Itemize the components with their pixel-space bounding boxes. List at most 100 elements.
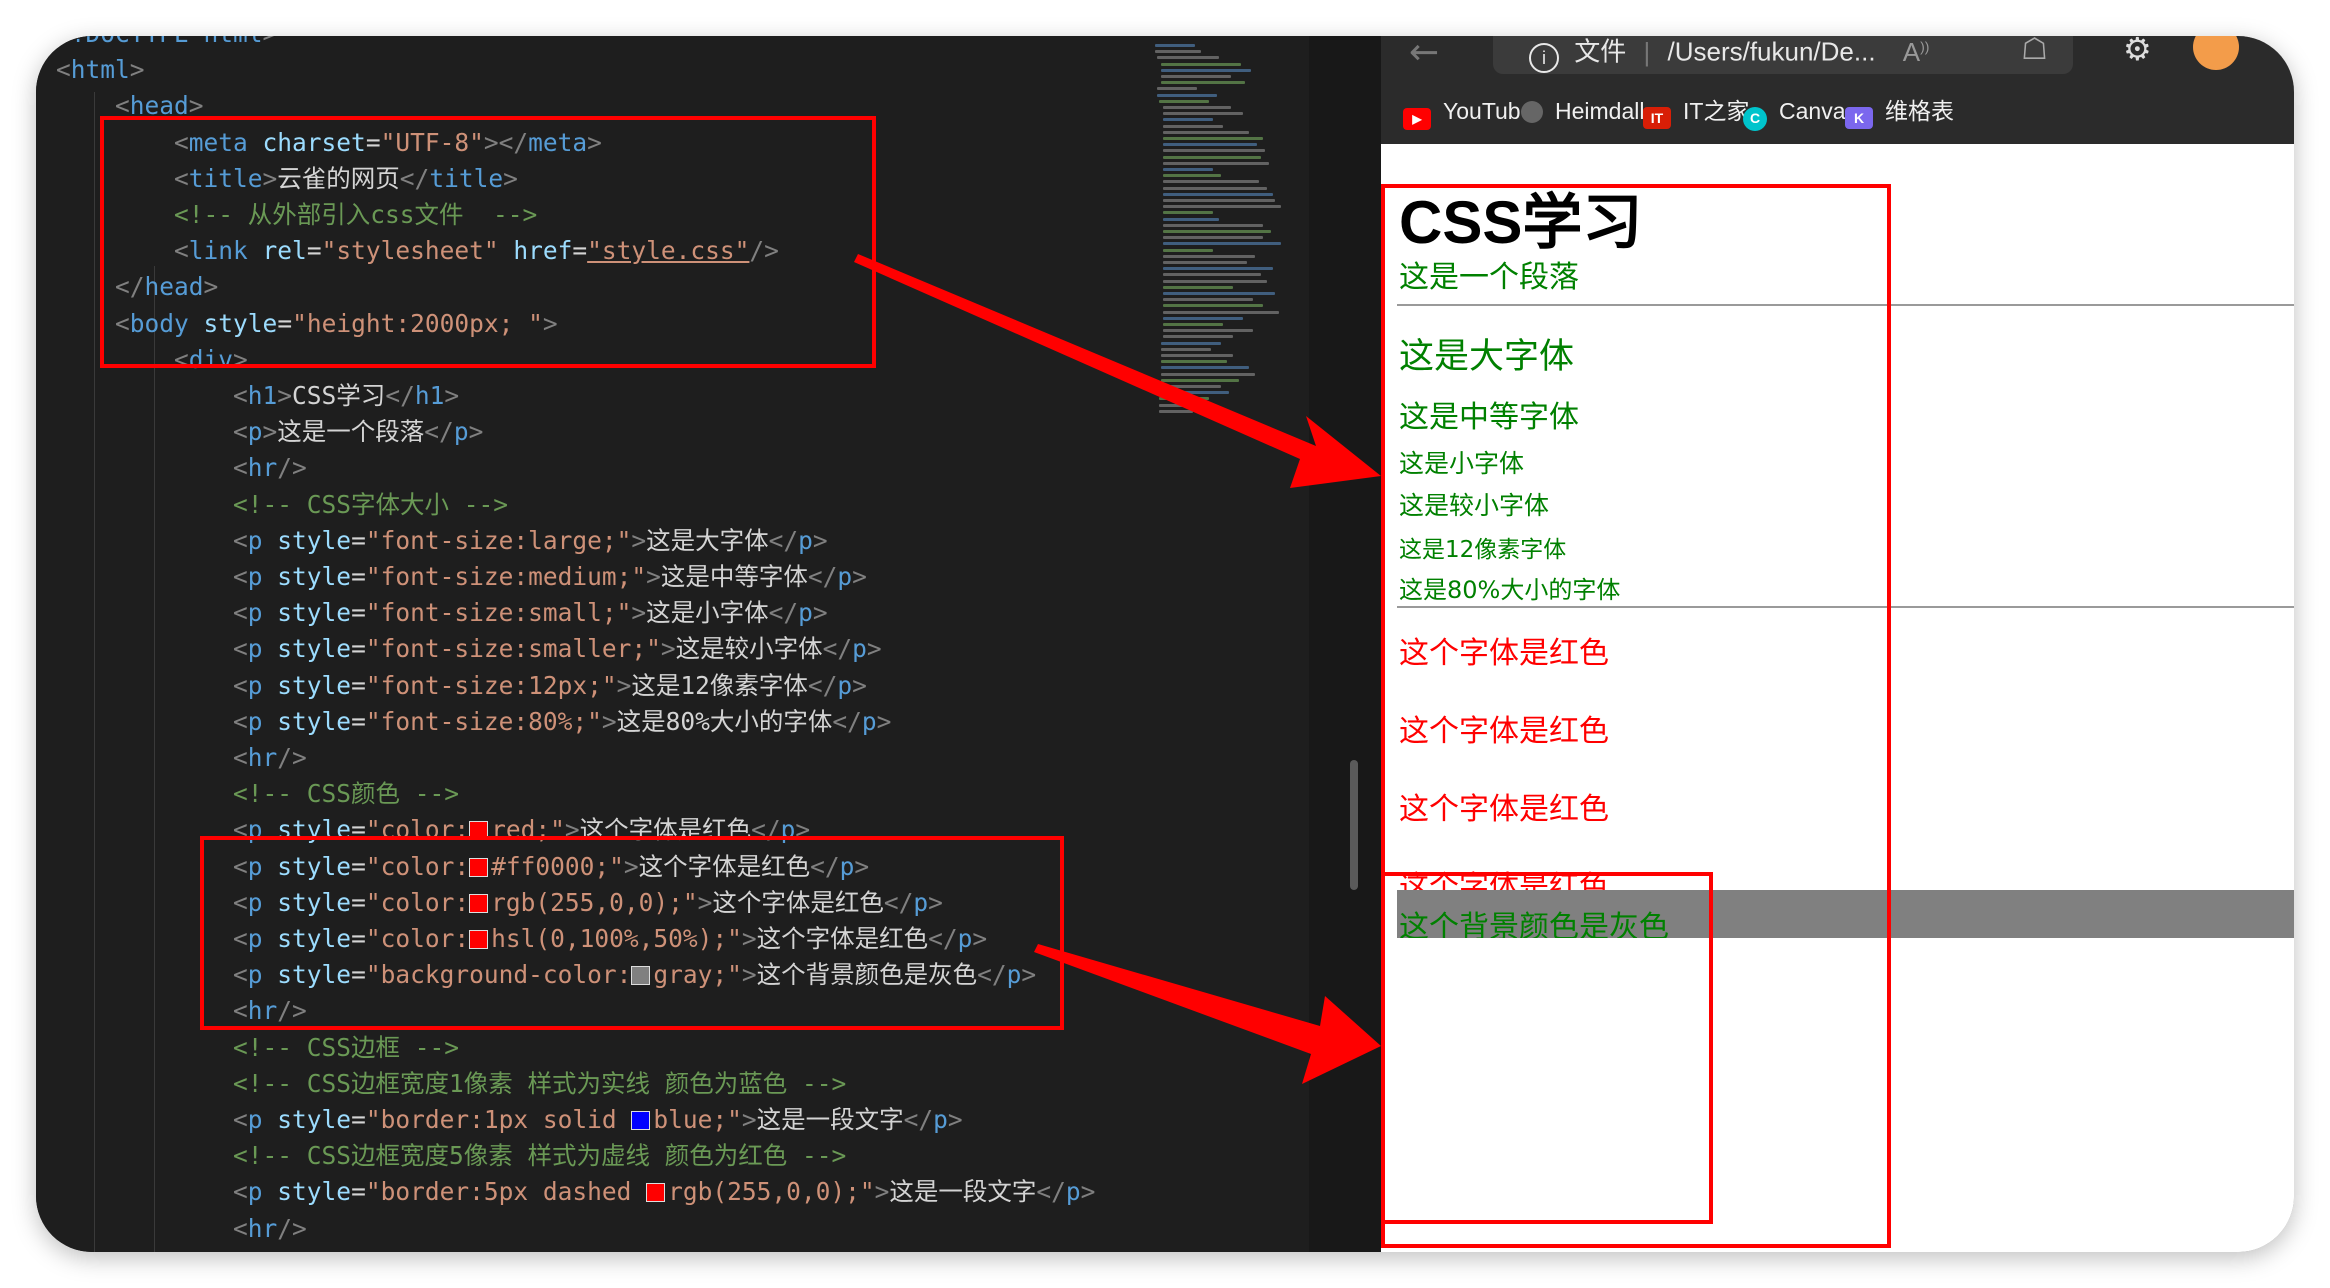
code-token: p bbox=[798, 598, 813, 628]
code-line[interactable]: <html> bbox=[56, 52, 145, 88]
code-token: p bbox=[247, 706, 263, 736]
code-token: < bbox=[233, 1213, 248, 1243]
address-divider: | bbox=[1643, 36, 1651, 67]
code-token: style bbox=[277, 634, 352, 664]
minimap-line bbox=[1159, 403, 1199, 407]
code-line[interactable]: <!-- CSS边框宽度1像素 样式为实线 颜色为蓝色 --> bbox=[233, 1066, 846, 1102]
code-line[interactable]: <p style="border:5px dashed rgb(255,0,0)… bbox=[233, 1174, 1095, 1210]
minimap-line bbox=[1161, 378, 1239, 382]
code-token: </ bbox=[768, 598, 799, 628]
code-token: </ bbox=[1036, 1177, 1066, 1207]
code-token: h1 bbox=[247, 381, 278, 410]
minimap-line bbox=[1161, 385, 1221, 388]
bookmark-label: 维格表 bbox=[1885, 98, 1954, 124]
minimap-line bbox=[1163, 130, 1249, 134]
bookmark-it[interactable]: IT IT之家 bbox=[1643, 96, 1749, 129]
bookmark-label: YouTube bbox=[1443, 98, 1534, 124]
code-line[interactable]: <hr/> bbox=[233, 450, 307, 486]
minimap-line bbox=[1163, 323, 1223, 326]
code-line[interactable]: <p style="font-size:12px;">这是12像素字体</p> bbox=[233, 668, 867, 704]
code-token: h1 bbox=[414, 381, 445, 410]
annotation-box-head bbox=[100, 116, 876, 368]
minimap-line bbox=[1161, 372, 1255, 376]
code-token: < bbox=[233, 670, 248, 700]
code-line[interactable]: <p>这是一个段落</p> bbox=[233, 414, 483, 450]
code-line[interactable]: <hr/> bbox=[233, 740, 307, 776]
code-token: p bbox=[861, 706, 877, 736]
code-token: < bbox=[233, 453, 248, 483]
minimap-line bbox=[1163, 186, 1267, 190]
extensions-icon[interactable]: ⚙ bbox=[2123, 36, 2152, 68]
code-token: = bbox=[351, 634, 366, 664]
code-line[interactable]: <p style="font-size:large;">这是大字体</p> bbox=[233, 523, 828, 559]
color-swatch-icon[interactable] bbox=[631, 1111, 651, 1130]
code-token: < bbox=[233, 598, 248, 628]
code-line[interactable]: <!-- CSS边框 --> bbox=[233, 1030, 459, 1066]
code-token: = bbox=[351, 670, 366, 700]
minimap-line bbox=[1163, 118, 1213, 122]
code-token: < bbox=[233, 634, 248, 664]
code-line[interactable]: <!DOCTYPE html> bbox=[56, 36, 277, 52]
minimap-line bbox=[1163, 230, 1271, 233]
split-divider[interactable] bbox=[1309, 36, 1381, 1252]
minimap-line bbox=[1163, 248, 1213, 252]
code-token: p bbox=[852, 634, 867, 664]
minimap-line bbox=[1163, 273, 1261, 277]
code-token: </ bbox=[832, 706, 862, 736]
bookmark-youtube[interactable]: ▶ YouTube bbox=[1403, 96, 1534, 130]
code-token: p bbox=[247, 598, 263, 628]
code-line[interactable]: <h1>CSS学习</h1> bbox=[233, 378, 459, 414]
minimap-line bbox=[1163, 285, 1233, 289]
editor-scrollbar-thumb[interactable] bbox=[1350, 760, 1358, 890]
minimap-line bbox=[1163, 236, 1263, 240]
code-token: "border:5px dashed bbox=[365, 1177, 647, 1207]
code-token: /> bbox=[277, 1213, 307, 1243]
code-token: "font-size:small;" bbox=[365, 598, 632, 628]
code-line[interactable]: <p style="font-size:80%;">这是80%大小的字体</p> bbox=[233, 704, 891, 740]
code-token: < bbox=[233, 417, 248, 447]
minimap-line bbox=[1163, 335, 1233, 339]
code-token: > bbox=[616, 670, 632, 700]
code-token: 这是80%大小的字体 bbox=[616, 706, 833, 736]
code-token: > bbox=[1080, 1177, 1096, 1207]
indent-guide bbox=[154, 266, 155, 1252]
code-token: style bbox=[277, 598, 352, 628]
code-token: > bbox=[812, 525, 828, 555]
back-arrow-icon[interactable]: ← bbox=[1409, 36, 1439, 73]
profile-avatar[interactable] bbox=[2193, 36, 2239, 70]
code-token: 这是大字体 bbox=[646, 525, 769, 555]
bookmark-heimdall[interactable]: Heimdall bbox=[1521, 96, 1644, 126]
bookmark-canva[interactable]: C Canva bbox=[1743, 96, 1845, 131]
minimap-line bbox=[1163, 143, 1257, 147]
minimap-line bbox=[1159, 397, 1209, 401]
code-line[interactable]: <hr/> bbox=[233, 1211, 307, 1247]
color-swatch-icon[interactable] bbox=[646, 1183, 666, 1203]
code-token: p bbox=[837, 670, 853, 700]
code-token: hr bbox=[247, 743, 278, 772]
code-token: > bbox=[852, 562, 867, 591]
code-token: p bbox=[1065, 1177, 1081, 1207]
code-token: p bbox=[247, 634, 263, 664]
editor-minimap[interactable] bbox=[1149, 36, 1309, 1252]
code-line[interactable]: <!-- CSS颜色 --> bbox=[233, 776, 459, 812]
code-token: style bbox=[277, 562, 352, 591]
code-line[interactable]: <!-- CSS边框宽度5像素 样式为虚线 颜色为红色 --> bbox=[233, 1138, 846, 1174]
annotation-box-red-text bbox=[1381, 872, 1713, 1224]
code-token: 这是一段文字 bbox=[756, 1105, 904, 1134]
code-token: p bbox=[453, 417, 469, 447]
add-tab-icon[interactable]: ☖ bbox=[2021, 36, 2048, 67]
code-line[interactable]: <p style="font-size:small;">这是小字体</p> bbox=[233, 595, 828, 631]
code-line[interactable]: <p style="font-size:medium;">这是中等字体</p> bbox=[233, 559, 867, 595]
minimap-line bbox=[1163, 161, 1269, 165]
code-token: > bbox=[812, 598, 828, 628]
minimap-line bbox=[1161, 354, 1233, 357]
code-line[interactable]: <!-- CSS字体大小 --> bbox=[233, 487, 508, 523]
code-token: > bbox=[262, 417, 278, 447]
info-icon[interactable]: i bbox=[1529, 42, 1559, 73]
address-bar[interactable]: i 文件 | /Users/fukun/De... A)) bbox=[1493, 36, 2073, 74]
bookmark-[interactable]: K 维格表 bbox=[1845, 96, 1954, 129]
read-aloud-icon[interactable]: A)) bbox=[1903, 37, 1930, 67]
code-line[interactable]: <p style="border:1px solid blue;">这是一段文字… bbox=[233, 1102, 963, 1138]
code-line[interactable]: <p style="font-size:smaller;">这是较小字体</p> bbox=[233, 631, 882, 667]
